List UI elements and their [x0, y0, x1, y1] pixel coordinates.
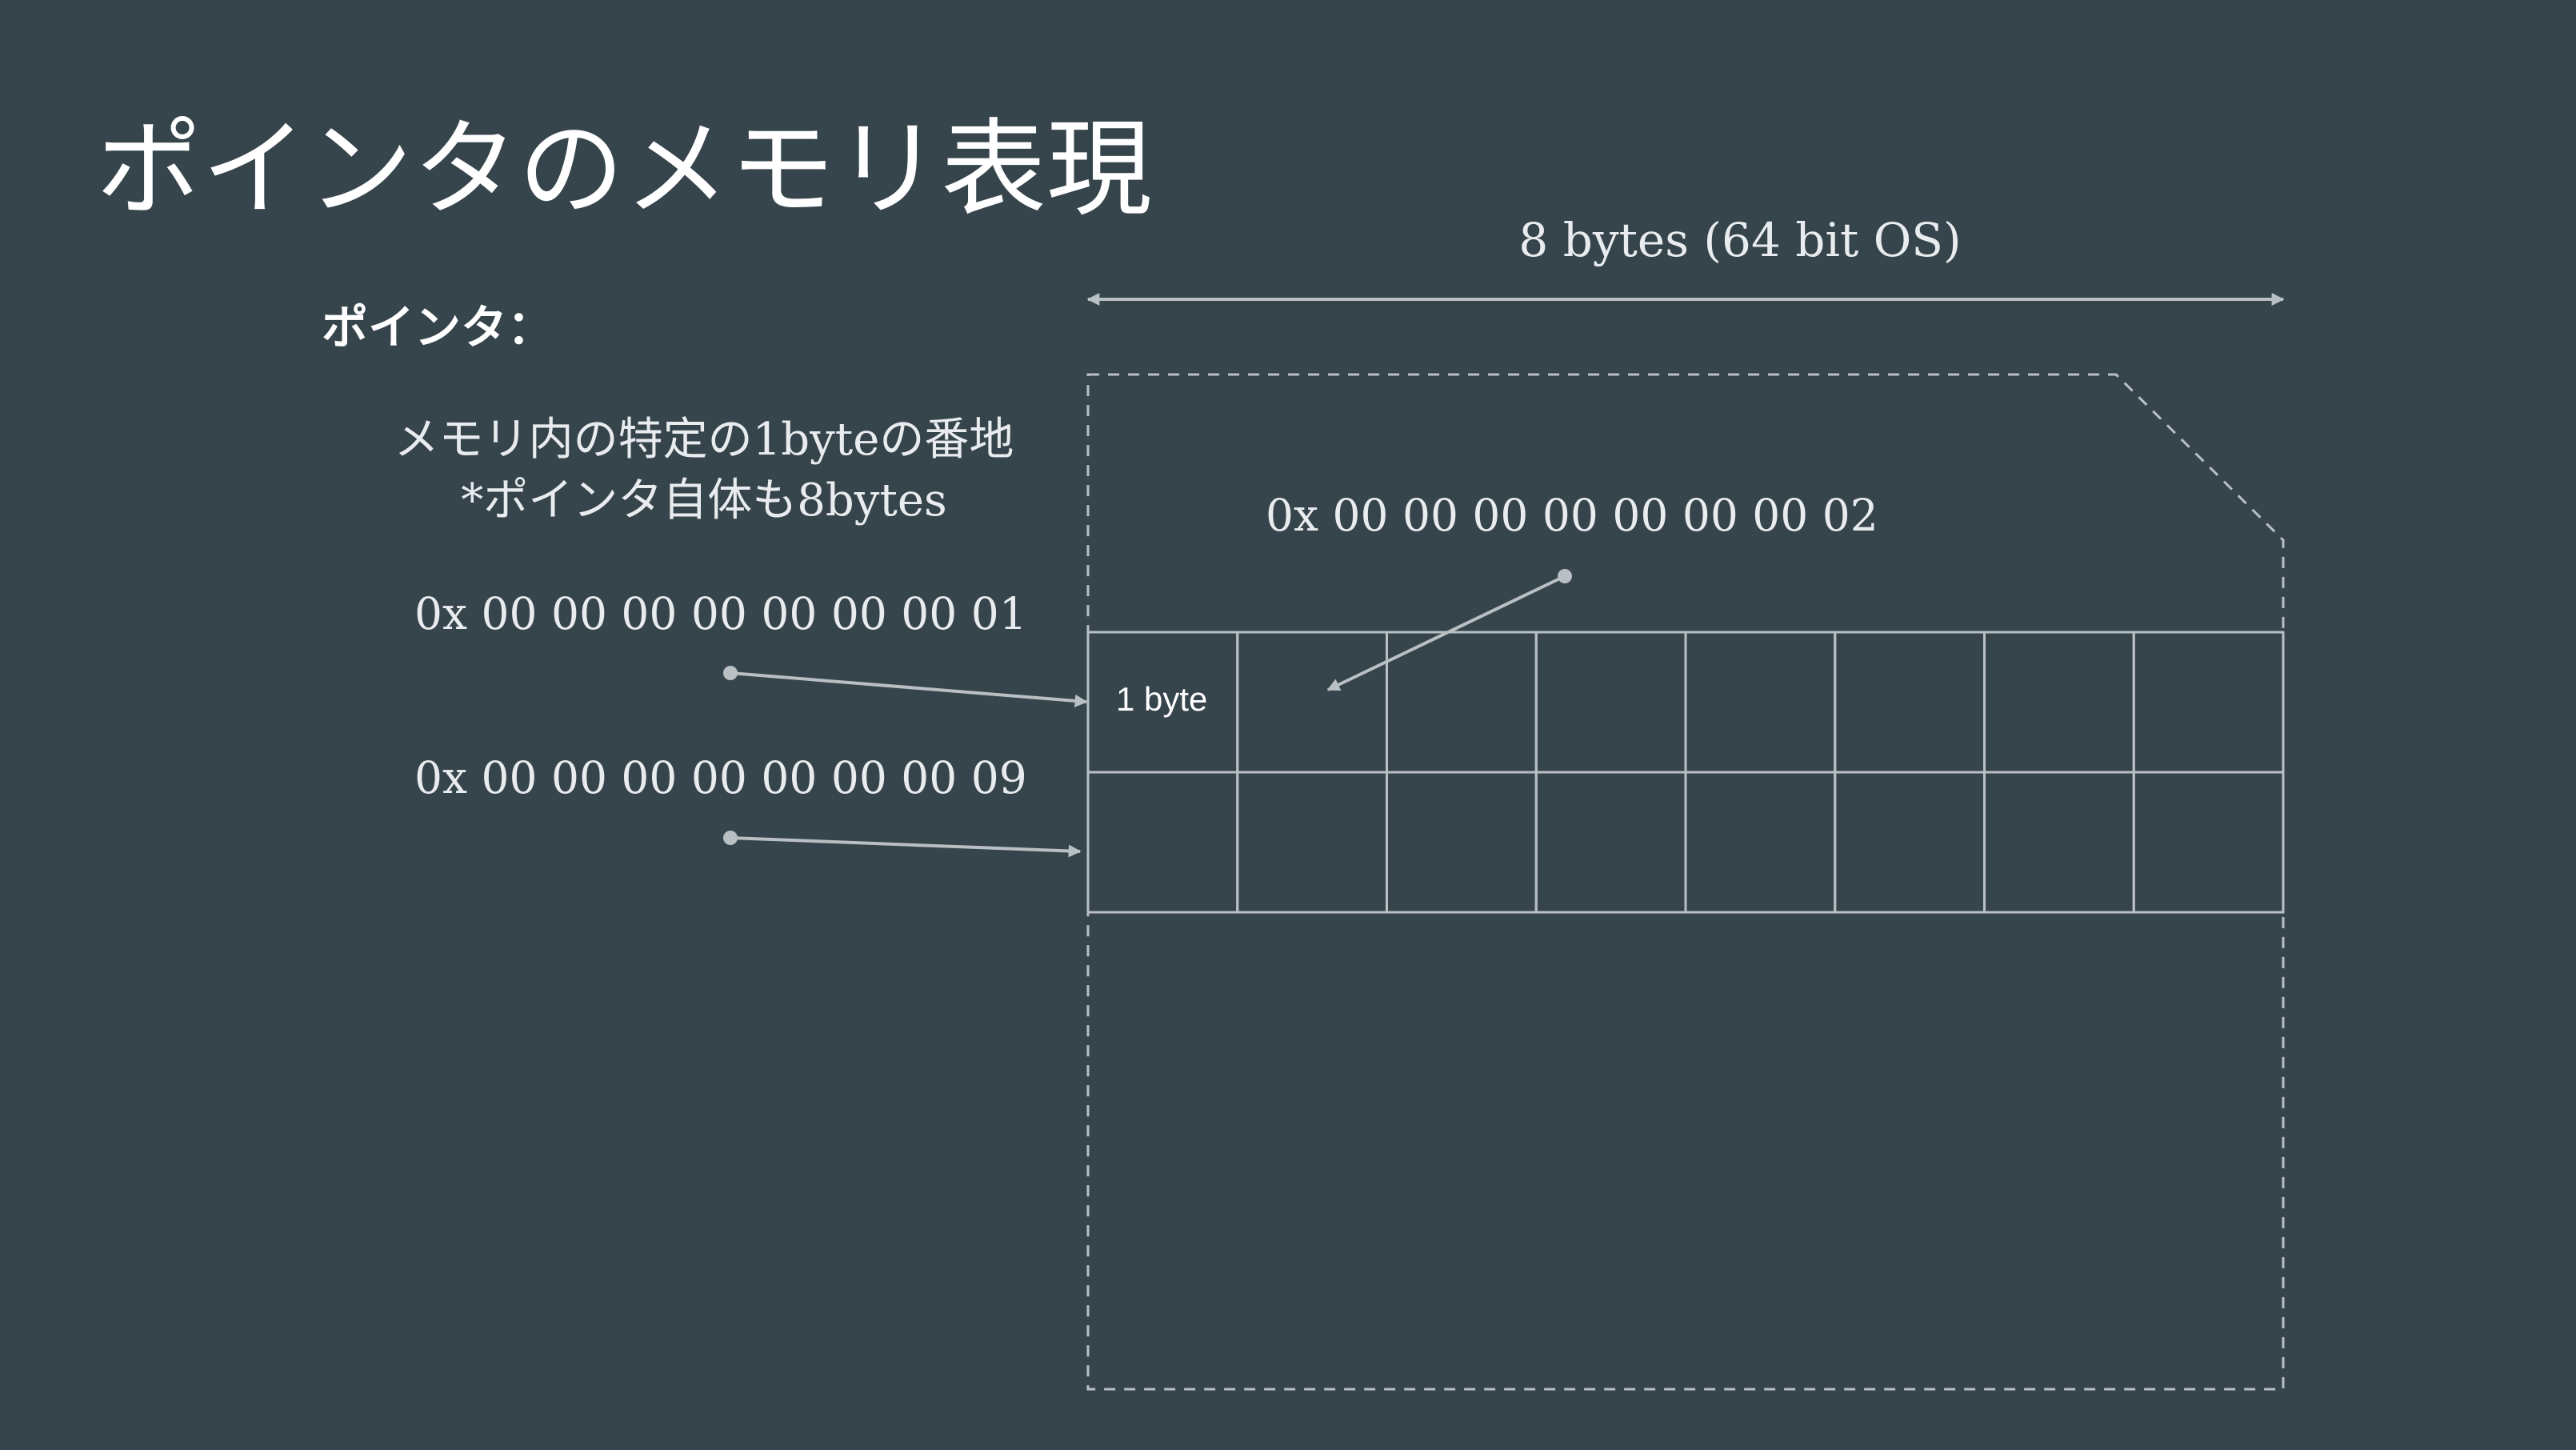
byte-cell — [2132, 631, 2285, 774]
byte-cell — [1983, 631, 2135, 774]
byte-cell — [1236, 631, 1388, 774]
memory-diagram — [723, 293, 2285, 1391]
byte-cell-label: 1 byte — [1116, 680, 1208, 718]
pointer-arrow-01 — [730, 671, 1088, 707]
byte-cell — [2132, 771, 2285, 914]
byte-cell — [1386, 631, 1538, 774]
byte-cell — [1834, 771, 1986, 914]
byte-cell — [1983, 771, 2135, 914]
pointer-arrow-09 — [730, 836, 1082, 858]
byte-cell — [1684, 631, 1837, 774]
byte-cell — [1236, 771, 1388, 914]
byte-cell — [1684, 771, 1837, 914]
byte-cell — [1086, 771, 1239, 914]
byte-cell — [1534, 771, 1687, 914]
byte-cell — [1534, 631, 1687, 774]
byte-cell — [1834, 631, 1986, 774]
memory-grid — [1086, 631, 2285, 914]
byte-cell — [1386, 771, 1538, 914]
slide: ポインタのメモリ表現 ポインタ： メモリ内の特定の1byteの番地 *ポインタ自… — [0, 0, 2576, 1450]
